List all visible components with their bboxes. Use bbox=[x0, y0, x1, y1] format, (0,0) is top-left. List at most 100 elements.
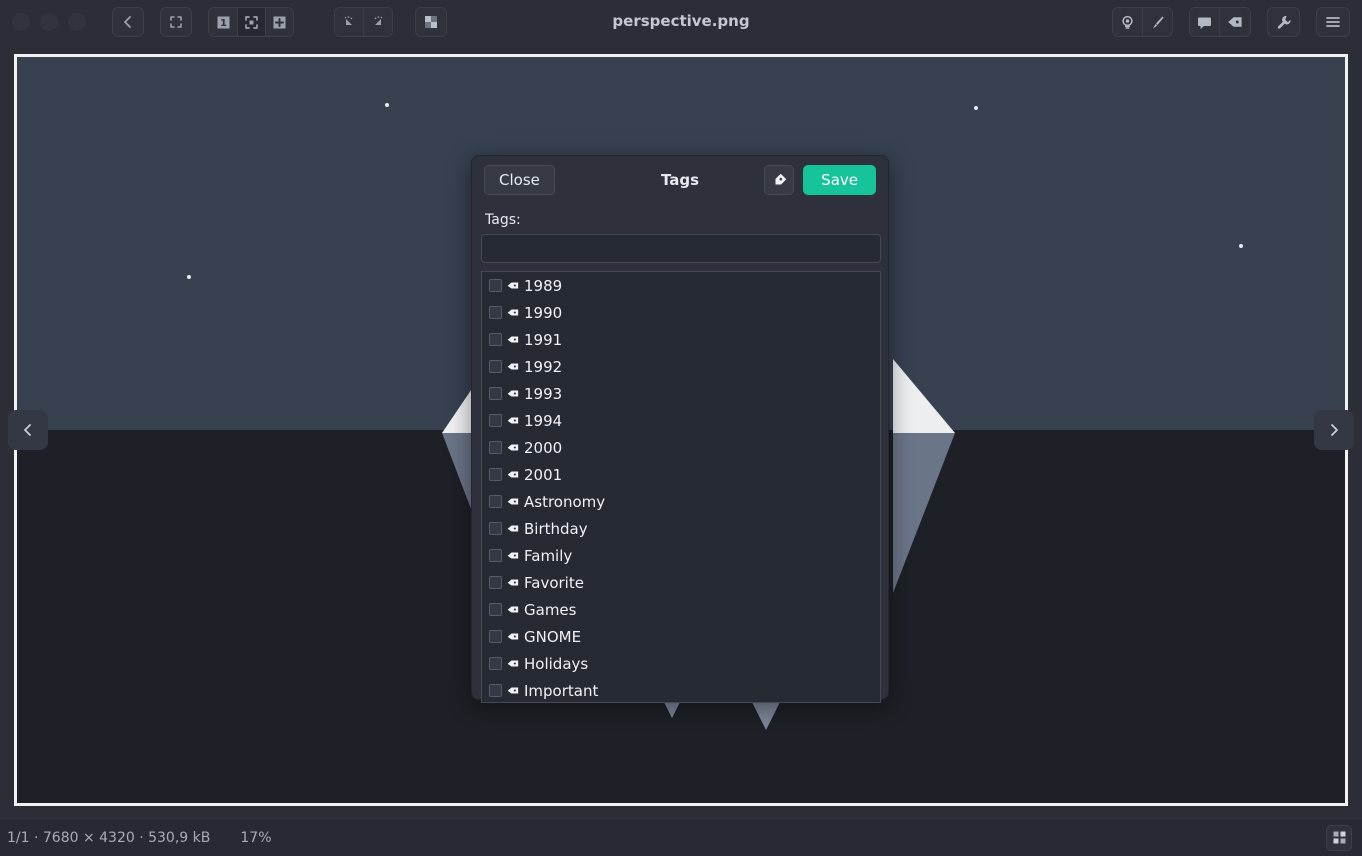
window-minimize-button[interactable] bbox=[40, 13, 58, 31]
tag-checkbox[interactable] bbox=[489, 549, 502, 562]
tag-list-item[interactable]: 1991 bbox=[482, 326, 880, 353]
tag-checkbox[interactable] bbox=[489, 441, 502, 454]
zoom-100-button[interactable]: 1 bbox=[209, 8, 237, 36]
tag-checkbox[interactable] bbox=[489, 603, 502, 616]
window-close-button[interactable] bbox=[12, 13, 30, 31]
next-image-button[interactable] bbox=[1314, 410, 1354, 450]
tag-label: 1991 bbox=[524, 330, 563, 349]
transparency-toggle-button[interactable] bbox=[415, 7, 447, 37]
toolbar-right-group bbox=[1112, 7, 1350, 37]
fit-to-window-icon bbox=[245, 15, 258, 29]
rotate-left-button[interactable] bbox=[335, 8, 363, 36]
tag-checkbox[interactable] bbox=[489, 414, 502, 427]
save-button[interactable]: Save bbox=[803, 165, 876, 195]
star-point bbox=[385, 103, 389, 107]
tags-dialog: Close Tags Save Tags: 1989 1990 1991 1992 19… bbox=[471, 155, 889, 703]
tag-list-item[interactable]: Family bbox=[482, 542, 880, 569]
tag-icon bbox=[506, 602, 521, 617]
annotation-tools-group bbox=[1189, 7, 1251, 37]
tag-label: 1990 bbox=[524, 303, 563, 322]
crop-icon bbox=[170, 16, 182, 28]
zoom-fit-button[interactable] bbox=[237, 8, 265, 36]
settings-button[interactable] bbox=[1267, 7, 1300, 37]
tag-icon bbox=[506, 278, 521, 293]
tag-list-item[interactable]: GNOME bbox=[482, 623, 880, 650]
image-viewer-window: 1 perspective.png Close Tags Save Tags: … bbox=[0, 0, 1362, 856]
tag-checkbox[interactable] bbox=[489, 360, 502, 373]
tag-search-input[interactable] bbox=[481, 234, 881, 263]
gallery-view-button[interactable] bbox=[1326, 824, 1352, 851]
tag-list-item[interactable]: Holidays bbox=[482, 650, 880, 677]
tag-list-item[interactable]: 2000 bbox=[482, 434, 880, 461]
statusbar: 1/1 · 7680 × 4320 · 530,9 kB 17% bbox=[0, 818, 1362, 856]
grid-view-icon bbox=[1333, 831, 1345, 844]
new-tag-button[interactable] bbox=[764, 165, 795, 195]
lightbulb-icon bbox=[1122, 15, 1133, 29]
tag-checkbox[interactable] bbox=[489, 684, 502, 697]
tag-list-item[interactable]: Birthday bbox=[482, 515, 880, 542]
tag-list-item[interactable]: 1994 bbox=[482, 407, 880, 434]
tag-label: 2000 bbox=[524, 438, 563, 457]
tag-list-item[interactable]: 1993 bbox=[482, 380, 880, 407]
tag-label: 1993 bbox=[524, 384, 563, 403]
star-point bbox=[1239, 244, 1243, 248]
tag-list-item[interactable]: 1990 bbox=[482, 299, 880, 326]
tag-label: Favorite bbox=[524, 573, 584, 592]
previous-image-button[interactable] bbox=[8, 410, 48, 450]
crop-button[interactable] bbox=[160, 7, 192, 37]
comment-icon bbox=[1198, 17, 1211, 29]
tag-icon bbox=[506, 359, 521, 374]
tag-list-item[interactable]: 1989 bbox=[482, 272, 880, 299]
tag-button[interactable] bbox=[1219, 8, 1250, 36]
tags-field-label: Tags: bbox=[485, 212, 521, 228]
dialog-header-actions: Save bbox=[764, 165, 876, 195]
tag-label: GNOME bbox=[524, 627, 582, 646]
rotate-button-group bbox=[334, 7, 393, 37]
tag-list[interactable]: 1989 1990 1991 1992 1993 1994 2000 2001 Astronom… bbox=[481, 271, 881, 703]
zoom-level-text: 17% bbox=[240, 829, 272, 846]
brush-button[interactable] bbox=[1142, 8, 1172, 36]
triangle-small bbox=[664, 702, 680, 718]
tag-icon bbox=[506, 440, 521, 455]
tag-checkbox[interactable] bbox=[489, 657, 502, 670]
back-arrow-icon bbox=[124, 16, 131, 28]
tag-icon bbox=[506, 548, 521, 563]
lightbulb-button[interactable] bbox=[1113, 8, 1142, 36]
tag-icon bbox=[775, 173, 786, 185]
dialog-header: Close Tags Save bbox=[472, 156, 888, 204]
zoom-in-button[interactable] bbox=[265, 8, 293, 36]
tag-checkbox[interactable] bbox=[489, 387, 502, 400]
tag-list-item[interactable]: Important bbox=[482, 677, 880, 702]
tag-checkbox[interactable] bbox=[489, 468, 502, 481]
tag-list-item[interactable]: Games bbox=[482, 596, 880, 623]
tag-checkbox[interactable] bbox=[489, 630, 502, 643]
tag-icon bbox=[506, 413, 521, 428]
tag-label: 1992 bbox=[524, 357, 563, 376]
tag-list-item[interactable]: Favorite bbox=[482, 569, 880, 596]
tag-icon bbox=[506, 305, 521, 320]
pyramid-right-shadow bbox=[893, 433, 955, 593]
rotate-right-icon bbox=[374, 16, 383, 25]
tag-list-item[interactable]: Astronomy bbox=[482, 488, 880, 515]
tag-list-item[interactable]: 1992 bbox=[482, 353, 880, 380]
tag-icon bbox=[506, 656, 521, 671]
pyramid-right-highlight bbox=[893, 359, 955, 433]
main-menu-button[interactable] bbox=[1316, 7, 1350, 37]
tag-checkbox[interactable] bbox=[489, 306, 502, 319]
back-button[interactable] bbox=[112, 7, 144, 37]
rotate-right-button[interactable] bbox=[363, 8, 392, 36]
window-maximize-button[interactable] bbox=[68, 13, 86, 31]
tag-list-item[interactable]: 2001 bbox=[482, 461, 880, 488]
chevron-left-icon bbox=[24, 424, 31, 436]
comment-button[interactable] bbox=[1190, 8, 1219, 36]
tag-checkbox[interactable] bbox=[489, 495, 502, 508]
tag-label: Birthday bbox=[524, 519, 588, 538]
tag-checkbox[interactable] bbox=[489, 576, 502, 589]
rotate-left-icon bbox=[344, 16, 353, 25]
close-button[interactable]: Close bbox=[484, 165, 555, 195]
plus-icon bbox=[273, 16, 286, 28]
titlebar: 1 perspective.png bbox=[0, 0, 1362, 44]
tag-checkbox[interactable] bbox=[489, 333, 502, 346]
tag-checkbox[interactable] bbox=[489, 279, 502, 292]
tag-checkbox[interactable] bbox=[489, 522, 502, 535]
